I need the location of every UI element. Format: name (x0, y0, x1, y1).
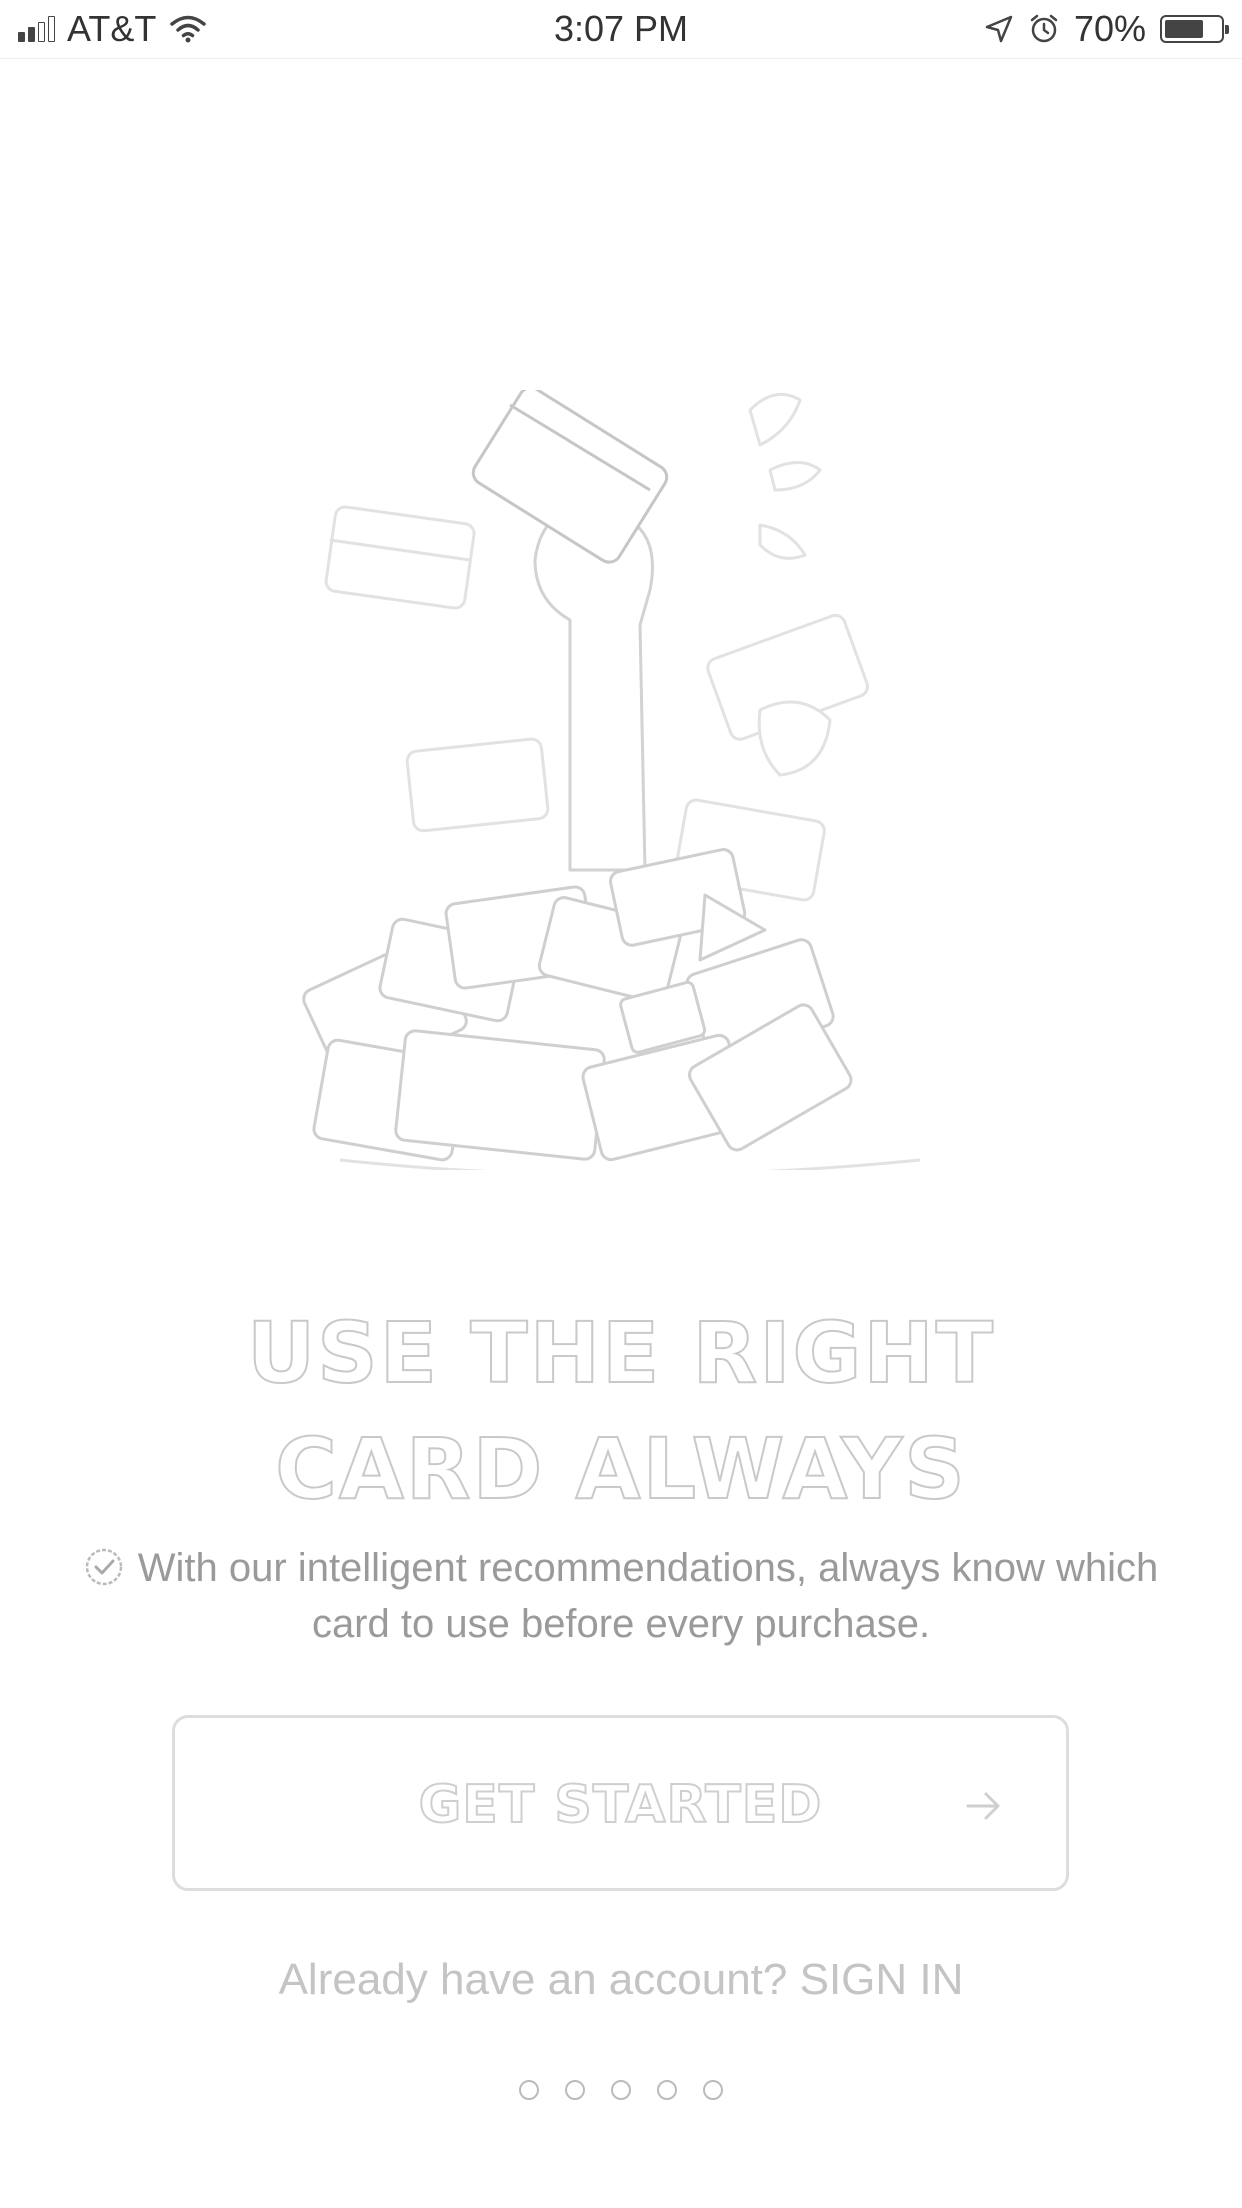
alarm-icon (1030, 14, 1058, 43)
page-dot[interactable] (519, 2080, 539, 2100)
battery-percent: 70% (1073, 8, 1146, 49)
headline-line-1: USE THE RIGHT (246, 1303, 996, 1403)
battery-icon (1160, 15, 1229, 43)
page-dot[interactable] (657, 2080, 677, 2100)
description-text: With our intelligent recommendations, al… (137, 1546, 1159, 1646)
get-started-label: GET STARTED (418, 1774, 823, 1836)
sign-in-link[interactable]: SIGN IN (800, 1955, 964, 2004)
page-indicator (0, 2080, 1242, 2100)
headline: USE THE RIGHT CARD ALWAYS (0, 1295, 1242, 1527)
page-dot[interactable] (565, 2080, 585, 2100)
page-dot[interactable] (611, 2080, 631, 2100)
cards-illustration (302, 390, 921, 1170)
status-bar: AT&T 3:07 PM 70% (0, 0, 1242, 59)
headline-line-2: CARD ALWAYS (274, 1419, 967, 1519)
feature-description: With our intelligent recommendations, al… (60, 1540, 1182, 1652)
location-icon (985, 15, 1013, 43)
check-circle-icon (85, 1548, 123, 1586)
signin-prompt-text: Already have an account? (278, 1955, 788, 2004)
battery-level (1165, 20, 1203, 38)
get-started-button[interactable]: GET STARTED (172, 1715, 1069, 1891)
signin-prompt: Already have an account? SIGN IN (0, 1955, 1242, 2005)
page-dot[interactable] (703, 2080, 723, 2100)
status-right: 70% (984, 8, 1229, 50)
arrow-right-icon (966, 1792, 1000, 1820)
